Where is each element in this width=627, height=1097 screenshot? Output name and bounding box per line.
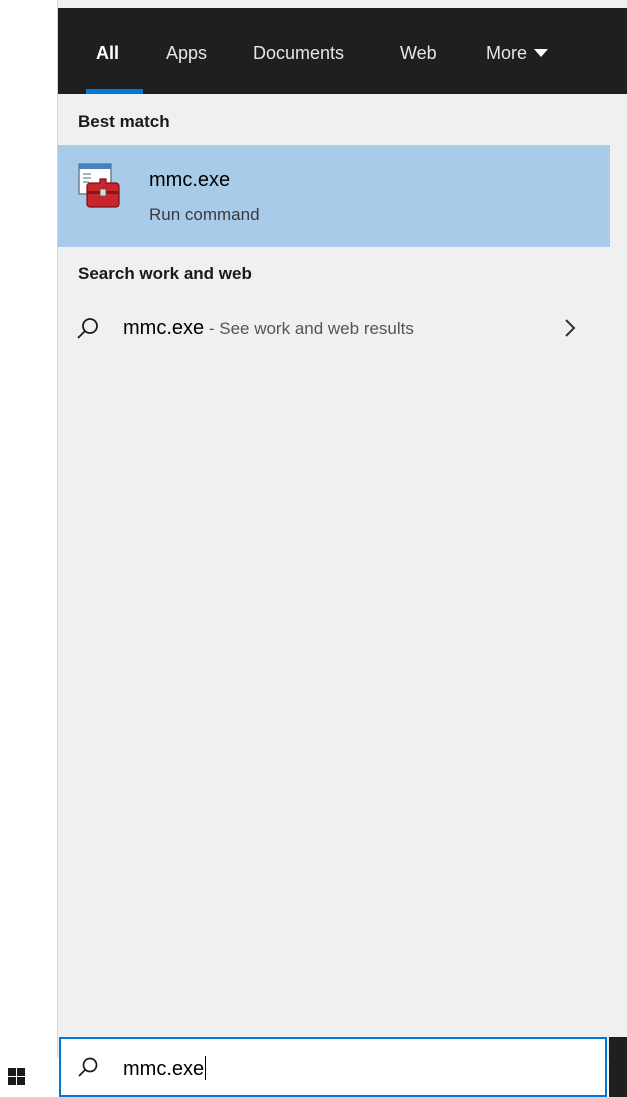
tab-apps[interactable]: Apps xyxy=(166,8,207,94)
caret-down-icon xyxy=(534,49,549,57)
tab-all[interactable]: All xyxy=(96,8,119,94)
search-results-panel: All Apps Documents Web More Best match m… xyxy=(57,0,627,1058)
search-work-web-heading: Search work and web xyxy=(78,264,252,283)
tab-more[interactable]: More xyxy=(486,8,549,94)
web-search-result[interactable]: mmc.exe - See work and web results xyxy=(58,300,610,356)
toolbox-icon xyxy=(78,163,120,208)
screen: All Apps Documents Web More Best match m… xyxy=(0,0,627,1097)
web-query: mmc.exe xyxy=(123,317,205,339)
search-icon xyxy=(78,1057,98,1077)
best-match-result[interactable]: mmc.exe Run command xyxy=(58,145,610,247)
text-cursor xyxy=(205,1056,207,1080)
taskbar-search-box[interactable]: mmc.exe xyxy=(59,1037,607,1097)
tab-label: Documents xyxy=(253,43,345,63)
active-tab-indicator xyxy=(86,89,143,94)
web-result-text: mmc.exe - See work and web results xyxy=(123,317,414,340)
chevron-right-icon[interactable] xyxy=(563,317,577,339)
best-match-heading: Best match xyxy=(78,112,170,131)
taskbar-edge xyxy=(609,1037,627,1097)
web-suffix: - See work and web results xyxy=(204,319,414,338)
tab-label: Web xyxy=(400,43,437,63)
search-icon xyxy=(77,318,98,339)
tab-label: More xyxy=(486,43,528,63)
search-input[interactable]: mmc.exe xyxy=(123,1056,207,1081)
result-subtitle: Run command xyxy=(149,205,260,224)
search-scope-tabs: All Apps Documents Web More xyxy=(58,8,627,94)
tab-label: Apps xyxy=(166,43,208,63)
tab-web[interactable]: Web xyxy=(400,8,437,94)
windows-start-icon[interactable] xyxy=(0,1058,57,1097)
tab-label: All xyxy=(96,43,120,63)
result-title: mmc.exe xyxy=(149,169,231,191)
search-input-value: mmc.exe xyxy=(123,1058,205,1080)
tab-documents[interactable]: Documents xyxy=(253,8,344,94)
